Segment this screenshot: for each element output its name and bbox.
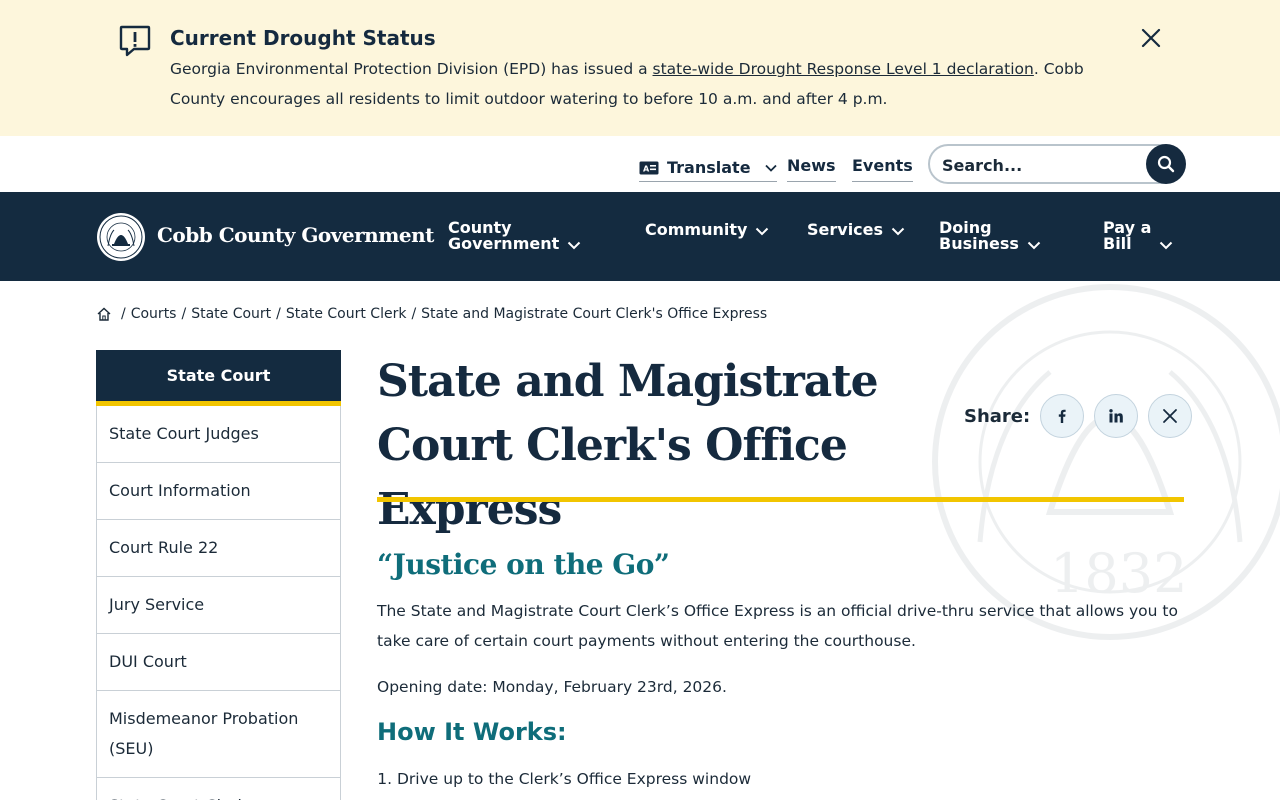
sidebar-heading[interactable]: State Court <box>96 350 341 406</box>
alert-speech-icon <box>119 25 151 57</box>
chevron-down-icon <box>891 227 905 236</box>
share-facebook-button[interactable] <box>1040 394 1085 438</box>
sidebar-item-misdemeanor-probation[interactable]: Misdemeanor Probation (SEU) <box>96 691 341 778</box>
events-link[interactable]: Events <box>852 156 913 182</box>
chevron-down-icon <box>764 164 777 172</box>
nav-services[interactable]: Services <box>807 222 905 238</box>
sidebar-item-court-rule-22[interactable]: Court Rule 22 <box>96 520 341 577</box>
search-input[interactable] <box>942 154 1132 176</box>
translate-icon: A <box>639 161 659 174</box>
sidebar-item-state-court-clerk[interactable]: State Court Clerk <box>96 778 341 800</box>
drought-alert-banner: Current Drought Status Georgia Environme… <box>0 0 1280 136</box>
step-item: Drive up to the Clerk’s Office Express w… <box>397 764 751 794</box>
news-link[interactable]: News <box>787 156 836 182</box>
share-bar: Share: <box>964 394 1193 438</box>
breadcrumb-current: State and Magistrate Court Clerk's Offic… <box>421 306 768 322</box>
nav-county-government[interactable]: County Government <box>448 220 581 252</box>
sidebar-item-state-court-judges[interactable]: State Court Judges <box>96 406 341 463</box>
x-twitter-icon <box>1163 409 1178 423</box>
intro-paragraph: The State and Magistrate Court Clerk’s O… <box>377 602 1178 650</box>
linkedin-icon <box>1109 409 1124 423</box>
title-divider <box>377 497 1184 502</box>
main-nav: Cobb County Government County Government … <box>0 192 1280 281</box>
share-linkedin-button[interactable] <box>1094 394 1139 438</box>
how-it-works-heading: How It Works: <box>377 718 567 746</box>
justice-on-the-go-heading: “Justice on the Go” <box>377 548 670 581</box>
nav-doing-business[interactable]: Doing Business <box>939 220 1041 252</box>
translate-label: Translate <box>667 158 751 177</box>
close-icon[interactable] <box>1139 26 1163 50</box>
breadcrumb-state-court[interactable]: State Court <box>191 306 271 322</box>
chevron-down-icon <box>756 227 769 236</box>
translate-button[interactable]: A Translate <box>639 154 777 182</box>
sidebar-item-jury-service[interactable]: Jury Service <box>96 577 341 634</box>
nav-county-line2: Government <box>448 234 560 253</box>
breadcrumb-state-court-clerk[interactable]: State Court Clerk <box>286 306 407 322</box>
share-x-button[interactable] <box>1148 394 1193 438</box>
facebook-icon <box>1059 409 1066 423</box>
breadcrumb: / Courts / State Court / State Court Clerk … <box>96 306 767 322</box>
search-icon <box>1157 155 1175 173</box>
utility-bar: A Translate News Events <box>0 136 1280 192</box>
drought-declaration-link[interactable]: state-wide Drought Response Level 1 decl… <box>653 60 1034 78</box>
nav-community-label: Community <box>645 220 748 239</box>
site-logo-text[interactable]: Cobb County Government <box>157 223 434 247</box>
nav-pay-line2: Bill <box>1103 234 1132 253</box>
county-seal-logo[interactable] <box>96 212 146 262</box>
nav-doing-line2: Business <box>939 234 1019 253</box>
nav-community[interactable]: Community <box>645 222 769 238</box>
chevron-down-icon <box>568 241 581 250</box>
alert-text: Georgia Environmental Protection Divisio… <box>170 60 653 78</box>
breadcrumb-courts[interactable]: Courts <box>131 306 177 322</box>
nav-pay-a-bill[interactable]: Pay a Bill <box>1103 220 1173 252</box>
search-button[interactable] <box>1146 144 1186 184</box>
svg-text:A: A <box>643 164 650 173</box>
alert-body: Georgia Environmental Protection Divisio… <box>170 54 1130 114</box>
page-title: State and Magistrate Court Clerk's Offic… <box>377 356 879 535</box>
sidebar-item-court-information[interactable]: Court Information <box>96 463 341 520</box>
chevron-down-icon <box>1160 241 1173 250</box>
chevron-down-icon <box>1027 241 1041 250</box>
alert-title: Current Drought Status <box>170 26 436 50</box>
steps-list: Drive up to the Clerk’s Office Express w… <box>397 764 751 794</box>
sidebar-nav: State Court State Court Judges Court Inf… <box>96 350 341 800</box>
nav-services-label: Services <box>807 220 884 239</box>
sidebar-item-dui-court[interactable]: DUI Court <box>96 634 341 691</box>
home-icon[interactable] <box>96 306 112 322</box>
search-box <box>928 144 1186 184</box>
opening-date: Opening date: Monday, February 23rd, 202… <box>377 678 727 696</box>
share-label: Share: <box>964 405 1031 427</box>
